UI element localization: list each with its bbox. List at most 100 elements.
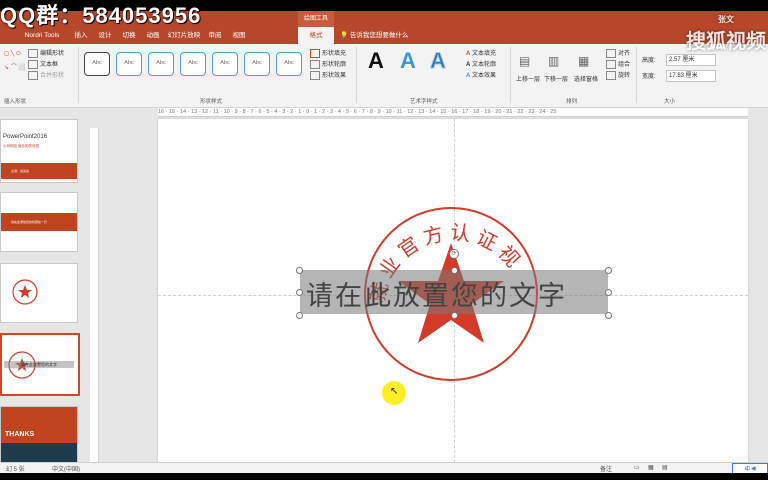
thumbnail-text: 请在此放置您的文字 (4, 361, 74, 368)
shape-style-swatch[interactable]: Abc (148, 52, 174, 76)
rotate-button[interactable]: 旋转 (606, 70, 630, 80)
group-label-arrange: 排列 (566, 99, 578, 105)
slide-thumbnail-selected[interactable]: 请在此放置您的文字 (0, 333, 80, 396)
resize-handle[interactable] (451, 312, 458, 319)
thumbnail-subtitle: 公司网站·就业相关信息 (3, 144, 40, 148)
view-sorter-icon[interactable]: ▦ (648, 464, 654, 471)
resize-handle[interactable] (605, 289, 612, 296)
text-outline-icon: A (466, 62, 471, 68)
rotate-handle-icon[interactable]: ⟳ (449, 249, 459, 259)
slide-thumbnail[interactable]: THANKS (0, 406, 78, 465)
group-label-size: 大小 (664, 99, 676, 105)
thumbnail-title: PowerPoint2016 (3, 134, 48, 140)
selection-pane-icon: ▦ (578, 54, 590, 68)
shape-style-swatch[interactable]: Abc (116, 52, 142, 76)
align-icon (606, 48, 616, 58)
wordart-style-outline[interactable]: A (430, 48, 447, 74)
group-separator (636, 47, 637, 103)
send-backward-button[interactable]: 下移一层 (544, 74, 568, 83)
letterbox-bottom (0, 473, 768, 480)
view-reading-icon[interactable]: ▤ (662, 464, 668, 471)
slide-thumbnail[interactable] (0, 263, 78, 323)
thumbnail-banner: 请在此添加您的标题在一行 (1, 213, 77, 231)
mouse-cursor-highlight: ↖ (382, 381, 406, 405)
text-box-content: 请在此放置您的文字 (306, 281, 567, 312)
wordart-style-black[interactable]: A (368, 48, 384, 74)
paint-bucket-icon (310, 48, 320, 58)
watermark-sub: 张文 (718, 15, 734, 24)
bring-forward-icon: ▤ (519, 54, 531, 68)
watermark-text: 搜狐视频 (686, 31, 766, 53)
resize-handle[interactable] (605, 267, 612, 274)
group-separator (356, 47, 357, 103)
group-separator (510, 47, 511, 103)
slide-thumbnail[interactable]: 请在此添加您的标题在一行 (0, 192, 78, 252)
group-label-shape-styles: 形状样式 (200, 99, 223, 105)
height-input[interactable]: 2.57 厘米 (666, 54, 716, 66)
slide-thumbnail-pane: PowerPoint2016 公司网站·就业相关信息 主讲：某某某 请在此添加您… (0, 108, 84, 465)
text-outline-button[interactable]: A 文本轮廓 (466, 59, 496, 68)
group-button[interactable]: 组合 (606, 59, 630, 69)
merge-shapes-icon (28, 70, 38, 80)
horizontal-ruler: 16 · 15 · 14 · 13 · 12 · 11 · 10 · 9 · 8… (158, 108, 748, 117)
thumbnail-seal (12, 279, 38, 305)
status-bar: 幻 5 张 中文(中国) 备注 ▭ ▦ ▤ 中 ✓ ◀ (0, 462, 768, 473)
slide-count: 幻 5 张 (6, 467, 25, 473)
shape-style-swatch[interactable]: Abc (244, 52, 270, 76)
shape-gallery-icon-2[interactable]: ↘ ⌒ ⬜ (4, 62, 26, 71)
bring-forward-button[interactable]: 上移一层 (516, 74, 540, 83)
text-box-button[interactable]: 文本框 (28, 59, 58, 69)
group-separator (78, 47, 79, 103)
text-effects-button[interactable]: A 文本效果 (466, 70, 496, 79)
edit-shape-icon (28, 48, 38, 58)
selection-pane-button[interactable]: 选择窗格 (574, 74, 598, 83)
resize-handle[interactable] (296, 312, 303, 319)
pointer-icon: ↖ (390, 386, 399, 397)
group-label-insert-shapes: 插入形状 (4, 99, 27, 105)
shape-gallery-icon[interactable]: ◻ ╲ ⬭ (4, 50, 21, 58)
tab-view[interactable]: 视图 (228, 27, 250, 44)
wordart-style-blue[interactable]: A (400, 48, 416, 74)
width-label: 宽度: (642, 74, 656, 80)
shape-style-swatch[interactable]: Abc (180, 52, 206, 76)
tell-me-search[interactable]: 💡 告诉我您想要做什么 (340, 27, 408, 44)
resize-handle[interactable] (296, 267, 303, 274)
thumbnail-thanks: THANKS (5, 431, 35, 438)
shape-style-swatch[interactable]: Abc (276, 52, 302, 76)
resize-handle[interactable] (605, 312, 612, 319)
ime-indicator[interactable]: 中 ✓ ◀ (732, 463, 768, 473)
text-fill-button[interactable]: A 文本填充 (466, 48, 496, 57)
ribbon-format: ◻ ╲ ⬭ ↘ ⌒ ⬜ 编辑形状 文本框 合并形状 插入形状 Abc Abc A… (0, 44, 768, 108)
pen-outline-icon (310, 59, 320, 69)
slide-thumbnail[interactable]: PowerPoint2016 公司网站·就业相关信息 主讲：某某某 (0, 119, 78, 183)
vertical-ruler (90, 128, 99, 464)
resize-handle[interactable] (296, 289, 303, 296)
shape-outline-button[interactable]: 形状轮廓 (310, 59, 346, 69)
text-box-icon (28, 59, 38, 69)
shape-effects-button[interactable]: 形状效果 (310, 70, 346, 80)
group-label-wordart: 艺术字样式 (410, 99, 438, 105)
qq-group-overlay: QQ群：584053956 (0, 3, 202, 28)
powerpoint-window: 绘图工具 Nordri Tools 插入 设计 切换 动画 幻灯片放映 审阅 视… (0, 11, 768, 473)
tell-me-text: 告诉我您想要做什么 (349, 32, 409, 39)
lightbulb-icon: 💡 (340, 32, 349, 39)
tab-format[interactable]: 格式 (298, 27, 334, 44)
notes-button[interactable]: 备注 (600, 464, 612, 473)
view-normal-icon[interactable]: ▭ (634, 464, 640, 471)
merge-shapes-button[interactable]: 合并形状 (28, 70, 64, 80)
width-input[interactable]: 17.83 厘米 (666, 70, 716, 82)
resize-handle[interactable] (451, 267, 458, 274)
text-effects-icon: A (466, 73, 471, 79)
align-button[interactable]: 对齐 (606, 48, 630, 58)
shape-fill-button[interactable]: 形状填充 (310, 48, 346, 58)
contextual-tab-drawing-tools: 绘图工具 (298, 11, 334, 27)
edit-shape-button[interactable]: 编辑形状 (28, 48, 64, 58)
selected-text-box[interactable]: 请在此放置您的文字 (300, 270, 608, 314)
video-watermark: 张文 搜狐视频 (686, 14, 766, 54)
slide-canvas[interactable]: 就业官方认证视 请在此放置您的文字 ⟳ ↖ (158, 119, 748, 463)
send-backward-icon: ▥ (548, 54, 560, 68)
tab-review[interactable]: 审阅 (204, 27, 226, 44)
language-indicator[interactable]: 中文(中国) (52, 464, 80, 473)
shape-style-swatch[interactable]: Abc (84, 52, 110, 76)
shape-style-swatch[interactable]: Abc (212, 52, 238, 76)
